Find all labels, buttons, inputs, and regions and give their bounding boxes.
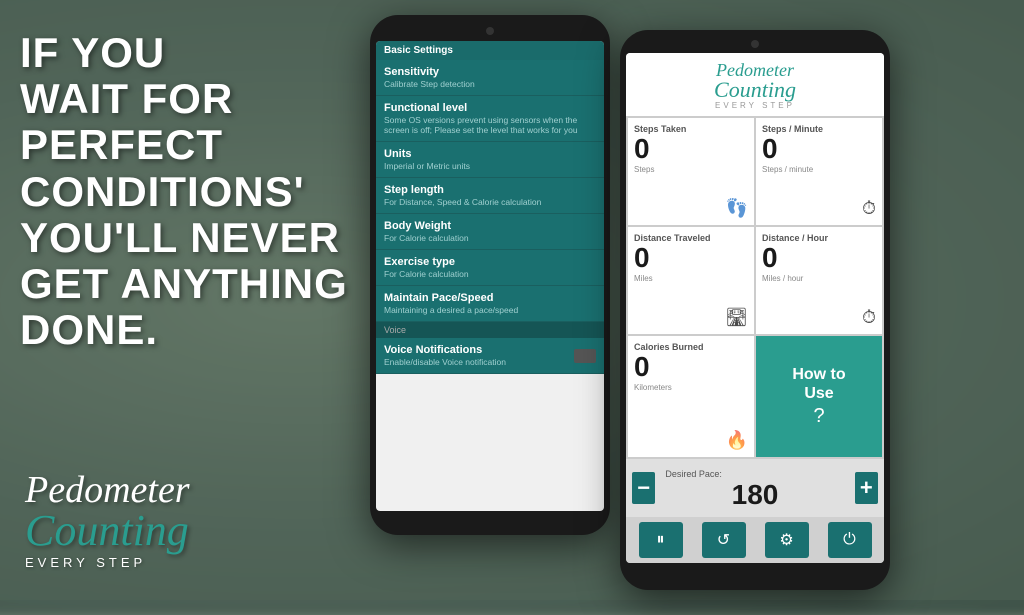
stat-distance-hour: Distance / Hour 0 Miles / hour ⏱: [756, 227, 882, 334]
steps-minute-label: Steps / Minute: [762, 124, 876, 134]
settings-button[interactable]: ⚙: [765, 522, 809, 558]
pace-plus-button[interactable]: +: [855, 472, 878, 504]
calories-value: 0: [634, 352, 748, 383]
how-to-use-card[interactable]: How to Use ?: [756, 336, 882, 457]
mot-line4: CONDITIONS': [20, 168, 305, 215]
steps-minute-icon: ⏱: [862, 198, 876, 219]
stat-calories: Calories Burned 0 Kilometers 🔥: [628, 336, 754, 457]
settings-item-units[interactable]: Units Imperial or Metric units: [376, 142, 604, 178]
body-weight-title: Body Weight: [384, 220, 596, 232]
settings-item-exercise-type[interactable]: Exercise type For Calorie calculation: [376, 250, 604, 286]
mot-line3: PERFECT: [20, 121, 223, 168]
how-to-line2: Use: [804, 385, 833, 402]
settings-item-voice[interactable]: Voice Notifications Enable/disable Voice…: [376, 338, 604, 374]
how-to-line1: How to: [792, 366, 845, 383]
functional-title: Functional level: [384, 102, 596, 114]
mot-line2: WAIT FOR: [20, 75, 233, 122]
distance-traveled-unit: Miles: [634, 274, 748, 283]
power-button[interactable]: ⏻: [828, 522, 872, 558]
distance-traveled-icon: 🛣: [725, 307, 748, 328]
steps-taken-value: 0: [634, 134, 748, 165]
steps-minute-unit: Steps / minute: [762, 165, 876, 174]
phone1-screen: Basic Settings Sensitivity Calibrate Ste…: [376, 41, 604, 511]
stat-steps-taken: Steps Taken 0 Steps 👣: [628, 118, 754, 225]
left-section: IF YOU WAIT FOR PERFECT CONDITIONS' YOU'…: [20, 30, 360, 353]
settings-item-body-weight[interactable]: Body Weight For Calorie calculation: [376, 214, 604, 250]
steps-taken-unit: Steps: [634, 165, 748, 174]
exercise-type-title: Exercise type: [384, 256, 596, 268]
refresh-icon: ↺: [717, 530, 730, 550]
calories-label: Calories Burned: [634, 342, 748, 352]
desired-pace-label: Desired Pace:: [665, 469, 722, 479]
voice-title: Voice Notifications: [384, 344, 506, 356]
how-to-use-text: How to Use: [792, 365, 845, 403]
sensitivity-title: Sensitivity: [384, 66, 596, 78]
distance-hour-icon: ⏱: [862, 307, 876, 328]
logo-counting: Counting: [25, 509, 190, 553]
units-desc: Imperial or Metric units: [384, 161, 596, 171]
desired-pace-row: − Desired Pace: 180 +: [626, 459, 884, 517]
phone2: Pedometer Counting Every Step Steps Take…: [620, 30, 890, 590]
settings-item-maintain-pace[interactable]: Maintain Pace/Speed Maintaining a desire…: [376, 286, 604, 322]
step-length-title: Step length: [384, 184, 596, 196]
how-to-use-question-icon: ?: [813, 405, 824, 428]
settings-header: Basic Settings: [376, 41, 604, 60]
phone2-screen: Pedometer Counting Every Step Steps Take…: [626, 53, 884, 563]
units-title: Units: [384, 148, 596, 160]
phone2-logo-count: Counting: [630, 79, 880, 101]
pace-minus-button[interactable]: −: [632, 472, 655, 504]
settings-item-functional[interactable]: Functional level Some OS versions preven…: [376, 96, 604, 142]
steps-taken-icon: 👣: [726, 198, 748, 219]
phone2-logo-sub: Every Step: [630, 101, 880, 110]
steps-minute-value: 0: [762, 134, 876, 165]
voice-section-header: Voice: [376, 322, 604, 338]
mot-line6: GET ANYTHING: [20, 260, 348, 307]
phone2-camera: [751, 40, 759, 48]
body-weight-desc: For Calorie calculation: [384, 233, 596, 243]
phone2-logo: Pedometer Counting Every Step: [626, 53, 884, 116]
voice-desc: Enable/disable Voice notification: [384, 357, 506, 367]
mot-line7: DONE.: [20, 306, 158, 353]
settings-icon: ⚙: [779, 530, 793, 550]
settings-item-sensitivity[interactable]: Sensitivity Calibrate Step detection: [376, 60, 604, 96]
pause-icon: ⏸: [656, 531, 664, 549]
stats-grid: Steps Taken 0 Steps 👣 Steps / Minute 0 S…: [626, 116, 884, 459]
phone1-camera: [486, 27, 494, 35]
voice-toggle[interactable]: [574, 349, 596, 363]
settings-item-step-length[interactable]: Step length For Distance, Speed & Calori…: [376, 178, 604, 214]
calories-unit: Kilometers: [634, 383, 748, 392]
sensitivity-desc: Calibrate Step detection: [384, 79, 596, 89]
functional-desc: Some OS versions prevent using sensors w…: [384, 115, 596, 135]
maintain-pace-title: Maintain Pace/Speed: [384, 292, 596, 304]
desired-pace-wrapper: Desired Pace: 180: [665, 465, 844, 511]
desired-pace-value: 180: [665, 479, 844, 511]
phone1: Basic Settings Sensitivity Calibrate Ste…: [370, 15, 610, 535]
pause-button[interactable]: ⏸: [639, 522, 683, 558]
bottom-controls: ⏸ ↺ ⚙ ⏻: [626, 517, 884, 563]
logo-pedometer: Pedometer: [25, 471, 190, 509]
distance-traveled-value: 0: [634, 243, 748, 274]
stat-distance-traveled: Distance Traveled 0 Miles 🛣: [628, 227, 754, 334]
mot-line1: IF YOU: [20, 29, 165, 76]
logo-container: Pedometer Counting Every Step: [25, 471, 190, 570]
stat-steps-minute: Steps / Minute 0 Steps / minute ⏱: [756, 118, 882, 225]
motivational-text: IF YOU WAIT FOR PERFECT CONDITIONS' YOU'…: [20, 30, 360, 353]
mot-line5: YOU'LL NEVER: [20, 214, 340, 261]
calories-icon: 🔥: [726, 430, 748, 451]
step-length-desc: For Distance, Speed & Calorie calculatio…: [384, 197, 596, 207]
distance-hour-label: Distance / Hour: [762, 233, 876, 243]
distance-hour-value: 0: [762, 243, 876, 274]
maintain-pace-desc: Maintaining a desired a pace/speed: [384, 305, 596, 315]
distance-hour-unit: Miles / hour: [762, 274, 876, 283]
distance-traveled-label: Distance Traveled: [634, 233, 748, 243]
power-icon: ⏻: [843, 531, 856, 549]
refresh-button[interactable]: ↺: [702, 522, 746, 558]
steps-taken-label: Steps Taken: [634, 124, 748, 134]
logo-every-step: Every Step: [25, 555, 190, 570]
exercise-type-desc: For Calorie calculation: [384, 269, 596, 279]
